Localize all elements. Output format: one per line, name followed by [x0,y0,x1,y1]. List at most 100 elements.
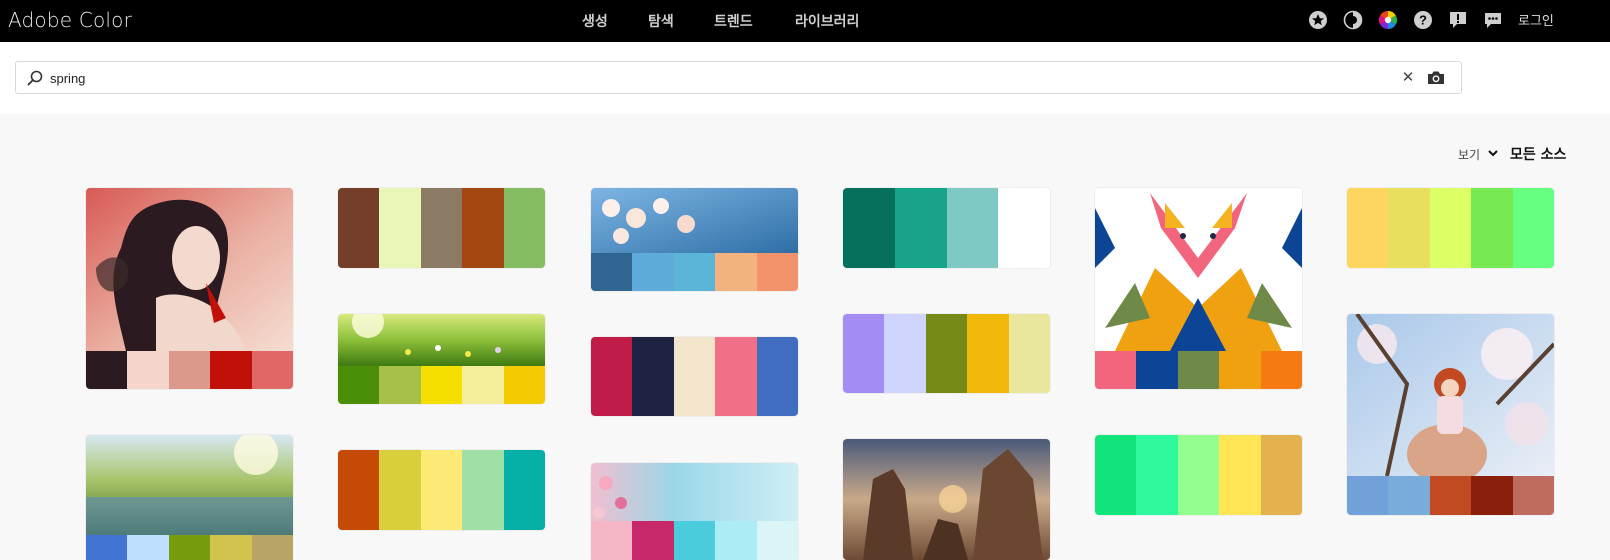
color-swatch[interactable] [379,188,421,268]
color-swatch[interactable] [251,351,293,389]
color-swatch[interactable] [1471,188,1513,268]
nav-create[interactable]: 생성 [582,11,608,31]
chevron-down-icon[interactable] [1487,147,1499,159]
color-swatch[interactable] [338,450,380,530]
color-swatch[interactable] [168,351,211,389]
color-swatch[interactable] [379,450,421,530]
nav-trends[interactable]: 트렌드 [714,11,753,31]
color-swatch[interactable] [251,535,293,560]
palette-card[interactable] [591,337,798,416]
color-swatch[interactable] [462,450,504,530]
color-swatch[interactable] [1095,435,1137,515]
color-swatch[interactable] [1177,435,1220,515]
color-swatch[interactable] [210,535,252,560]
color-swatch[interactable] [1429,476,1472,515]
color-swatch[interactable] [715,521,757,560]
color-swatch[interactable] [1095,351,1137,389]
contrast-icon[interactable] [1343,10,1363,30]
palette-card[interactable] [338,450,545,530]
color-swatch[interactable] [884,314,926,393]
color-swatch[interactable] [1260,435,1302,515]
color-swatch[interactable] [503,188,545,268]
color-swatch[interactable] [1260,351,1302,389]
color-swatch[interactable] [632,337,674,416]
color-swatch[interactable] [379,366,421,404]
color-swatch[interactable] [894,188,947,268]
brand-logo[interactable]: Adobe Color [8,8,132,32]
color-swatch[interactable] [967,314,1009,393]
palette-card[interactable] [843,188,1050,268]
color-swatch[interactable] [1512,188,1554,268]
view-dropdown[interactable]: 보기 [1458,146,1480,163]
color-swatch[interactable] [1388,476,1430,515]
palette-card[interactable] [86,188,293,389]
palette-card[interactable] [591,188,798,291]
color-swatch[interactable] [673,521,716,560]
chat-icon[interactable] [1483,10,1503,30]
color-swatch[interactable] [420,450,463,530]
color-swatch[interactable] [1429,188,1472,268]
color-swatch[interactable] [462,188,504,268]
palette-card[interactable] [86,435,293,560]
login-link[interactable]: 로그인 [1518,10,1554,29]
nav-explore[interactable]: 탐색 [648,11,674,31]
search-input[interactable] [50,68,1350,88]
color-swatch[interactable] [86,351,128,389]
color-swatch[interactable] [420,188,463,268]
color-swatch[interactable] [1177,351,1220,389]
color-swatch[interactable] [632,521,674,560]
palette-card[interactable] [843,314,1050,393]
color-swatch[interactable] [1388,188,1430,268]
palette-card[interactable] [338,314,545,404]
color-swatch[interactable] [1136,435,1178,515]
palette-card[interactable] [591,463,798,560]
palette-card[interactable] [1347,188,1554,268]
star-icon[interactable] [1308,10,1328,30]
palette-card[interactable] [843,439,1050,560]
color-swatch[interactable] [127,535,169,560]
color-swatch[interactable] [86,535,128,560]
palette-card[interactable] [1347,314,1554,515]
color-swatch[interactable] [127,351,169,389]
color-swatch[interactable] [338,188,380,268]
color-swatch[interactable] [756,521,798,560]
color-swatch[interactable] [591,253,633,291]
color-swatch[interactable] [998,188,1050,268]
palette-card[interactable] [1095,188,1302,389]
color-wheel-icon[interactable] [1378,10,1398,30]
color-swatch[interactable] [1471,476,1513,515]
palette-card[interactable] [1095,435,1302,515]
feedback-icon[interactable] [1448,10,1468,30]
color-swatch[interactable] [756,337,798,416]
color-swatch[interactable] [1512,476,1554,515]
color-swatch[interactable] [503,366,545,404]
clear-icon[interactable]: ✕ [1400,69,1416,87]
color-swatch[interactable] [715,253,757,291]
color-swatch[interactable] [168,535,211,560]
source-filter-dropdown[interactable]: 모든 소스 [1510,144,1566,164]
color-swatch[interactable] [1008,314,1050,393]
color-swatch[interactable] [946,188,999,268]
color-swatch[interactable] [1347,476,1389,515]
color-swatch[interactable] [210,351,252,389]
color-swatch[interactable] [420,366,463,404]
color-swatch[interactable] [1219,351,1261,389]
color-swatch[interactable] [843,314,885,393]
color-swatch[interactable] [756,253,798,291]
palette-card[interactable] [338,188,545,268]
color-swatch[interactable] [673,337,716,416]
color-swatch[interactable] [673,253,716,291]
color-swatch[interactable] [503,450,545,530]
color-swatch[interactable] [715,337,757,416]
color-swatch[interactable] [1136,351,1178,389]
color-swatch[interactable] [925,314,968,393]
camera-icon[interactable] [1426,68,1446,88]
color-swatch[interactable] [591,337,633,416]
help-icon[interactable]: ? [1413,10,1433,30]
color-swatch[interactable] [462,366,504,404]
color-swatch[interactable] [1347,188,1389,268]
color-swatch[interactable] [338,366,380,404]
color-swatch[interactable] [632,253,674,291]
nav-library[interactable]: 라이브러리 [795,11,859,31]
color-swatch[interactable] [591,521,633,560]
